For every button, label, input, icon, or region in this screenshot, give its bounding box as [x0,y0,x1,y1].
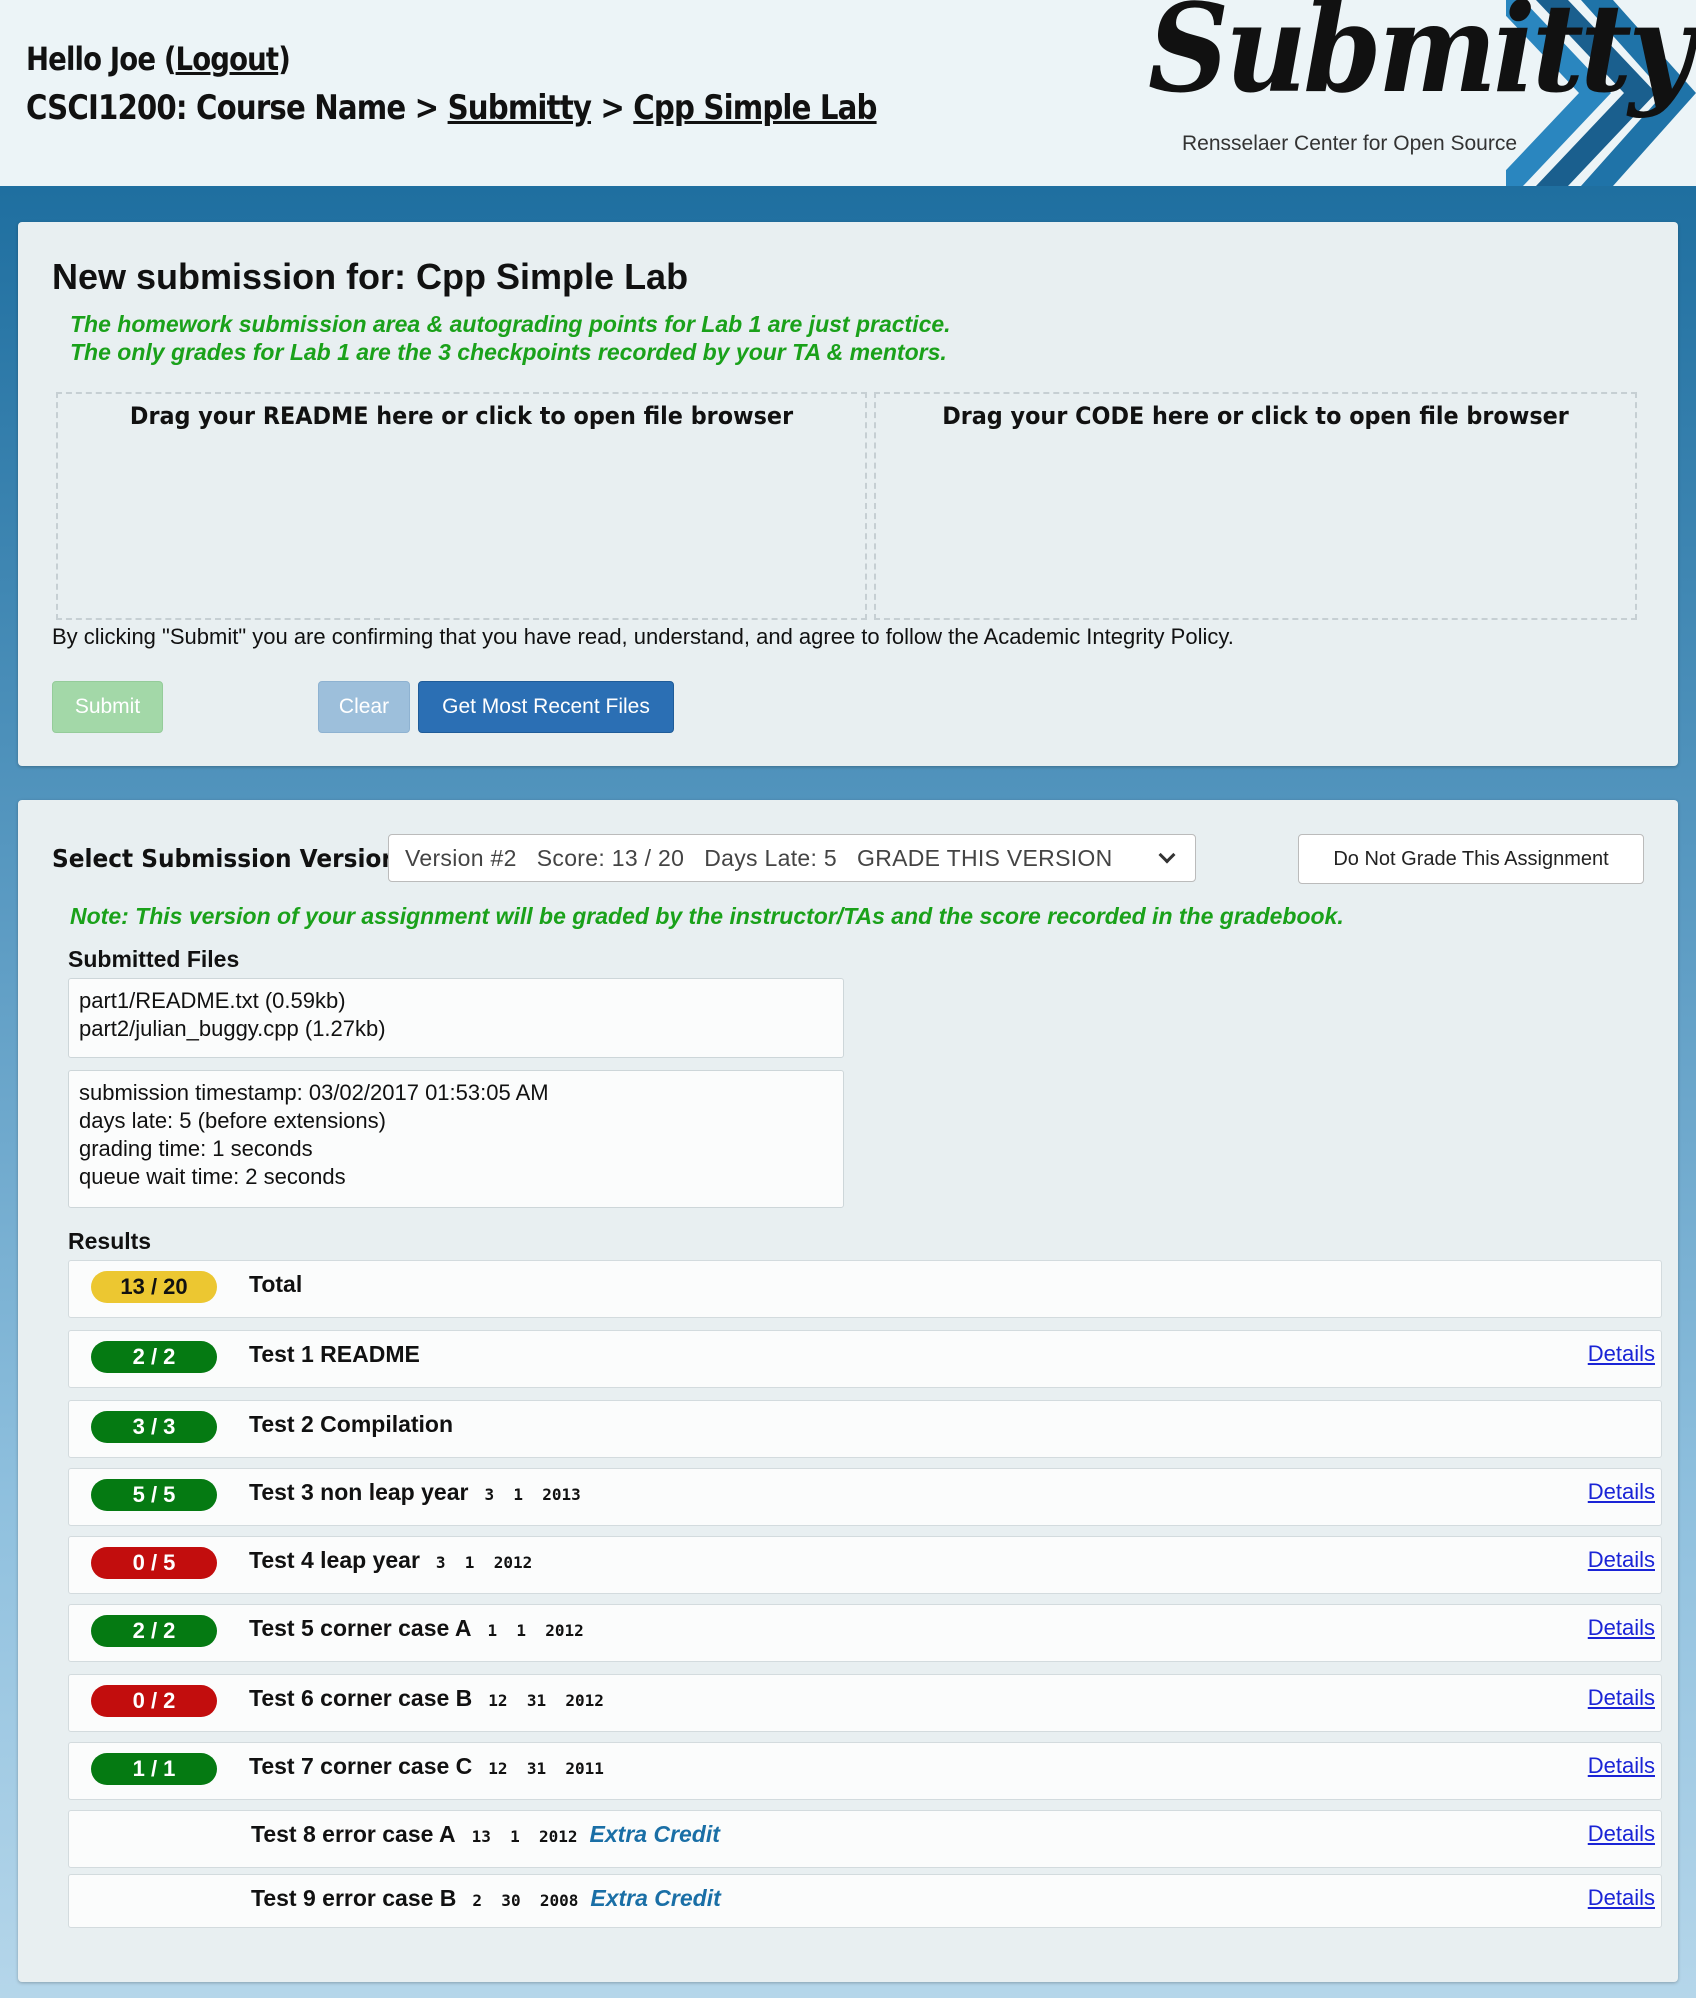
result-row: 2 / 2 Test 1 README Details [68,1330,1662,1388]
submitty-logo[interactable]: Submitty Rensselaer Center for Open Sour… [1140,0,1696,186]
page-header: Hello Joe (Logout) CSCI1200: Course Name… [0,0,1696,186]
test-name: Test 1 README [249,1337,420,1371]
test-name: Test 2 Compilation [249,1407,453,1441]
result-row: 3 / 3 Test 2 Compilation [68,1400,1662,1458]
version-panel: Select Submission Version: Version #2 Sc… [18,800,1678,1982]
breadcrumb-submitty-link[interactable]: Submitty [448,88,592,128]
score-badge: 2 / 2 [91,1615,217,1647]
test-title: Test 1 README [249,1341,420,1367]
test-title: Test 6 corner case B [249,1685,473,1711]
test-args: 3 1 2012 [435,1553,533,1572]
test-name: Total [249,1267,302,1301]
days-late: days late: 5 (before extensions) [79,1108,386,1133]
total-row: 13 / 20 Total [68,1260,1662,1318]
breadcrumb-gradeable-link[interactable]: Cpp Simple Lab [633,88,877,128]
submitted-file: part1/README.txt (0.59kb) [79,988,346,1013]
test-args: 13 1 2012 [471,1827,578,1846]
logout-link[interactable]: Logout [176,40,279,78]
integrity-statement: By clicking "Submit" you are confirming … [52,624,1234,649]
submitted-files-label: Submitted Files [68,946,240,972]
breadcrumb-separator: > [591,88,634,128]
test-args: 2 30 2008 [472,1891,579,1910]
logo-wordmark: Submitty [1148,0,1694,120]
score-badge: 3 / 3 [91,1411,217,1443]
result-row: 5 / 5 Test 3 non leap year 3 1 2013 Details [68,1468,1662,1526]
details-link[interactable]: Details [1588,1881,1655,1915]
do-not-grade-button[interactable]: Do Not Grade This Assignment [1298,834,1644,884]
test-name: Test 9 error case B 2 30 2008 Extra Credit [251,1881,721,1918]
get-recent-files-button[interactable]: Get Most Recent Files [418,681,674,733]
version-select-value: Version #2 Score: 13 / 20 Days Late: 5 G… [405,844,1113,871]
result-row: Test 9 error case B 2 30 2008 Extra Credit… [68,1874,1662,1928]
practice-notice: The homework submission area & autogradi… [70,310,951,366]
version-select[interactable]: Version #2 Score: 13 / 20 Days Late: 5 G… [388,834,1196,882]
submission-meta-box: submission timestamp: 03/02/2017 01:53:0… [68,1070,844,1208]
upload-title: New submission for: Cpp Simple Lab [52,256,689,297]
extra-credit-label: Extra Credit [589,1821,720,1847]
readme-drop-label: Drag your README here or click to open f… [129,402,794,430]
test-args: 3 1 2013 [484,1485,581,1504]
test-name: Test 5 corner case A 1 1 2012 [249,1611,584,1648]
practice-notice-line: The homework submission area & autogradi… [70,311,951,337]
test-name: Test 6 corner case B 12 31 2012 [249,1681,604,1718]
test-title: Test 9 error case B [251,1885,457,1911]
readme-drop-zone[interactable]: Drag your README here or click to open f… [56,392,867,620]
test-args: 1 1 2012 [487,1621,584,1640]
grading-note: Note: This version of your assignment wi… [70,903,1344,929]
test-args: 12 31 2012 [488,1691,604,1710]
breadcrumb-separator: > [405,88,448,128]
submission-timestamp: submission timestamp: 03/02/2017 01:53:0… [79,1080,549,1105]
practice-notice-line: The only grades for Lab 1 are the 3 chec… [70,339,947,365]
test-title: Test 5 corner case A [249,1615,472,1641]
grading-time: grading time: 1 seconds [79,1136,313,1161]
result-row: 0 / 2 Test 6 corner case B 12 31 2012 Detai… [68,1674,1662,1732]
test-name: Test 3 non leap year 3 1 2013 [249,1475,581,1512]
greeting-text: Hello Joe ( [26,40,176,78]
submitted-file: part2/julian_buggy.cpp (1.27kb) [79,1016,386,1041]
logo-subtitle: Rensselaer Center for Open Source [1182,132,1518,155]
clear-button[interactable]: Clear [318,681,410,733]
breadcrumb-course: CSCI1200: Course Name [26,88,406,128]
score-badge: 0 / 2 [91,1685,217,1717]
queue-wait-time: queue wait time: 2 seconds [79,1164,346,1189]
result-row: 0 / 5 Test 4 leap year 3 1 2012 Details [68,1536,1662,1594]
submit-button[interactable]: Submit [52,681,163,733]
chevron-down-icon [1158,846,1176,864]
score-badge: 1 / 1 [91,1753,217,1785]
result-row: 1 / 1 Test 7 corner case C 12 31 2011 Detai… [68,1742,1662,1800]
submitted-files-box: part1/README.txt (0.59kb) part2/julian_b… [68,978,844,1058]
code-drop-label: Drag your CODE here or click to open fil… [942,402,1569,430]
details-link[interactable]: Details [1588,1337,1655,1371]
test-name: Test 8 error case A 13 1 2012 Extra Credit [251,1817,720,1854]
score-badge: 2 / 2 [91,1341,217,1373]
result-row: Test 8 error case A 13 1 2012 Extra Credit… [68,1810,1662,1868]
score-badge: 5 / 5 [91,1479,217,1511]
greeting: Hello Joe (Logout) [26,40,291,78]
details-link[interactable]: Details [1588,1681,1655,1715]
details-link[interactable]: Details [1588,1817,1655,1851]
details-link[interactable]: Details [1588,1749,1655,1783]
upload-panel: New submission for: Cpp Simple Lab The h… [18,222,1678,766]
details-link[interactable]: Details [1588,1475,1655,1509]
test-name: Test 7 corner case C 12 31 2011 [249,1749,604,1786]
test-title: Total [249,1271,303,1297]
results-label: Results [68,1228,152,1254]
details-link[interactable]: Details [1588,1611,1655,1645]
version-select-label: Select Submission Version: [52,844,408,873]
score-badge: 13 / 20 [91,1271,217,1303]
test-title: Test 8 error case A [251,1821,456,1847]
score-badge: 0 / 5 [91,1547,217,1579]
breadcrumb: CSCI1200: Course Name > Submitty > Cpp S… [26,88,877,128]
test-name: Test 4 leap year 3 1 2012 [249,1543,532,1580]
details-link[interactable]: Details [1588,1543,1655,1577]
test-args: 12 31 2011 [488,1759,604,1778]
test-title: Test 7 corner case C [249,1753,473,1779]
extra-credit-label: Extra Credit [590,1885,721,1911]
test-title: Test 4 leap year [249,1547,420,1573]
test-title: Test 3 non leap year [249,1479,469,1505]
greeting-close: ) [278,40,291,78]
result-row: 2 / 2 Test 5 corner case A 1 1 2012 Details [68,1604,1662,1662]
test-title: Test 2 Compilation [249,1411,454,1437]
code-drop-zone[interactable]: Drag your CODE here or click to open fil… [874,392,1637,620]
